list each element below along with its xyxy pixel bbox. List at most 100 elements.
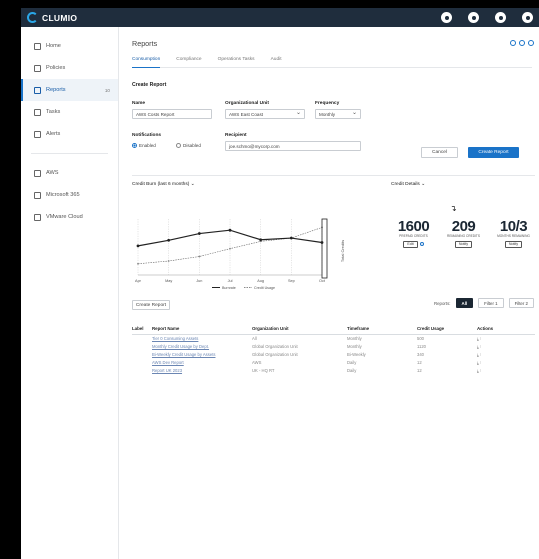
credit-details-dropdown[interactable]: Credit Details (391, 182, 425, 187)
cancel-button[interactable]: Cancel (421, 147, 458, 158)
table-cell: All (252, 335, 257, 341)
table-cell (132, 334, 152, 342)
download-icon[interactable]: ⤓ ⋮ (477, 352, 481, 357)
table-cell (132, 358, 152, 366)
burnrate-point (259, 238, 263, 242)
filter-2[interactable]: Filter 2 (508, 298, 534, 308)
radio-checked-icon (132, 143, 137, 148)
column-header[interactable]: Organization Unit (252, 323, 347, 335)
table-row[interactable]: Tier 0 Consuming Assets All Monthly 500 ⤓ ⋮ (132, 334, 535, 342)
info-icon[interactable] (419, 241, 424, 246)
create-report-title: Create Report (132, 82, 167, 88)
tab-operations-tasks[interactable]: Operations Tasks (218, 56, 255, 67)
refresh-icon[interactable] (519, 40, 525, 46)
sidebar-item-alerts[interactable]: Alerts (21, 123, 118, 145)
edit-credits-button[interactable]: Edit (403, 240, 418, 248)
create-report-submit-button[interactable]: Create Report (468, 147, 519, 158)
frequency-select[interactable]: Monthly (315, 109, 361, 119)
sidebar-item-home[interactable]: Home (21, 35, 118, 57)
sidebar: Home Policies Reports 10 Tasks Alerts AWS… (21, 27, 119, 559)
section-divider (132, 175, 535, 176)
report-name-link[interactable]: Report UK 2023 (152, 366, 252, 374)
table-cell (132, 342, 152, 350)
name-label: Name (132, 101, 146, 106)
download-icon[interactable]: ⤓ ⋮ (477, 360, 481, 365)
recipient-input[interactable]: joe.schmo@mycorp.com (225, 141, 361, 151)
credit-burn-chart: Apr May Jun Jul Aug Sep Oct Burnrate Credit Usa… (135, 218, 345, 290)
create-report-button[interactable]: Create Report (132, 300, 170, 310)
column-header[interactable]: Label (132, 323, 152, 335)
x-tick-label: May (165, 279, 172, 283)
settings-icon[interactable] (495, 12, 506, 23)
table-row[interactable]: Report UK 2023 UK - HQ RT Daily 12 ⤓ ⋮ (132, 366, 535, 374)
download-icon[interactable]: ⤓ ⋮ (477, 336, 481, 341)
burnrate-point (228, 228, 232, 232)
sidebar-item-policies[interactable]: Policies (21, 57, 118, 79)
download-icon[interactable]: ⤓ ⋮ (477, 344, 481, 349)
notify-remaining-button[interactable]: Notify (454, 240, 473, 248)
tab-compliance[interactable]: Compliance (176, 56, 201, 67)
burnrate-point (289, 236, 293, 240)
support-icon[interactable] (441, 12, 452, 23)
filter-1[interactable]: Filter 1 (478, 298, 504, 308)
table-header: Label Report Name Organization Unit Timefra… (132, 323, 535, 335)
filter-all[interactable]: All (455, 298, 474, 308)
table-row[interactable]: Monthly Credit Usage by Dept. Global Orga… (132, 342, 535, 350)
notifications-enabled-radio[interactable]: Enabled (132, 143, 156, 148)
burnrate-point (197, 232, 201, 235)
name-input[interactable]: AWS Costs Report (132, 109, 212, 119)
chart-legend: Burnrate Credit Usage (212, 286, 275, 290)
column-header[interactable]: Report Name (152, 323, 252, 335)
settings-icon[interactable] (528, 40, 534, 46)
column-header[interactable]: Timeframe (347, 323, 417, 335)
sidebar-item-vmware-cloud[interactable]: VMware Cloud (21, 206, 118, 228)
kpi-value: 10/3 (499, 218, 528, 235)
table-cell: ⤓ ⋮ (477, 358, 535, 366)
x-tick-label: Jun (196, 279, 202, 283)
burnrate-point (136, 244, 140, 248)
report-tabs: Consumption Compliance Operations Tasks … (132, 56, 532, 68)
notify-months-button[interactable]: Notify (504, 240, 523, 248)
sidebar-item-tasks[interactable]: Tasks (21, 101, 118, 123)
reports-icon (34, 86, 41, 94)
clumio-logo[interactable]: CLUMIO (27, 12, 77, 23)
sidebar-item-aws[interactable]: AWS (21, 162, 118, 184)
kpi-caption: PREPAID CREDITS (399, 234, 428, 238)
alerts-icon (34, 130, 41, 138)
credit-burn-dropdown[interactable]: Credit Burn (last 6 months) (132, 182, 195, 187)
notifications-disabled-radio[interactable]: Disabled (176, 143, 201, 148)
org-unit-select[interactable]: AWS East Coast (225, 109, 305, 119)
table-cell: ⤓ ⋮ (477, 366, 535, 374)
app-name: CLUMIO (42, 12, 78, 23)
kpi-value: 1600 (397, 218, 430, 235)
sidebar-item-reports[interactable]: Reports 10 (21, 79, 118, 101)
legend-burnrate-label: Burnrate (222, 286, 236, 290)
table-row[interactable]: AWS Dev Report AWS Daily 12 ⤓ ⋮ (132, 358, 535, 366)
tab-audit[interactable]: Audit (271, 56, 282, 67)
user-icon[interactable] (522, 12, 533, 23)
notifications-label: Notifications (132, 133, 162, 138)
table-cell: Monthly (347, 335, 362, 341)
report-name-link[interactable]: Tier 0 Consuming Assets (152, 334, 252, 342)
x-axis-ticks: Apr May Jun Jul Aug Sep Oct (135, 279, 326, 283)
download-icon[interactable]: ⤓ ⋮ (477, 368, 481, 373)
download-icon[interactable] (510, 40, 516, 46)
report-filters: Reports: All Filter 1 Filter 2 (434, 298, 534, 308)
table-row[interactable]: Bi-Weekly Credit Usage by Assets Global O… (132, 350, 535, 358)
home-icon (34, 42, 41, 50)
table-cell: Daily (347, 367, 357, 373)
sidebar-item-microsoft-365[interactable]: Microsoft 365 (21, 184, 118, 206)
burnrate-point (167, 238, 171, 242)
credit-usage-point (137, 262, 139, 265)
policies-icon (34, 64, 41, 72)
tab-consumption[interactable]: Consumption (132, 56, 161, 68)
help-icon[interactable] (468, 12, 479, 23)
report-name-link[interactable]: Bi-Weekly Credit Usage by Assets (152, 350, 252, 358)
column-header[interactable]: Credit Usage (417, 323, 477, 335)
column-header[interactable]: Actions (477, 323, 535, 335)
report-name-link[interactable]: Monthly Credit Usage by Dept. (152, 342, 252, 350)
org-unit-label: Organizational Unit (225, 101, 269, 106)
app-window: CLUMIO Home Policies Reports 10 Tasks Ale… (21, 8, 539, 559)
chart-gridlines (137, 219, 323, 276)
report-name-link[interactable]: AWS Dev Report (152, 358, 252, 366)
